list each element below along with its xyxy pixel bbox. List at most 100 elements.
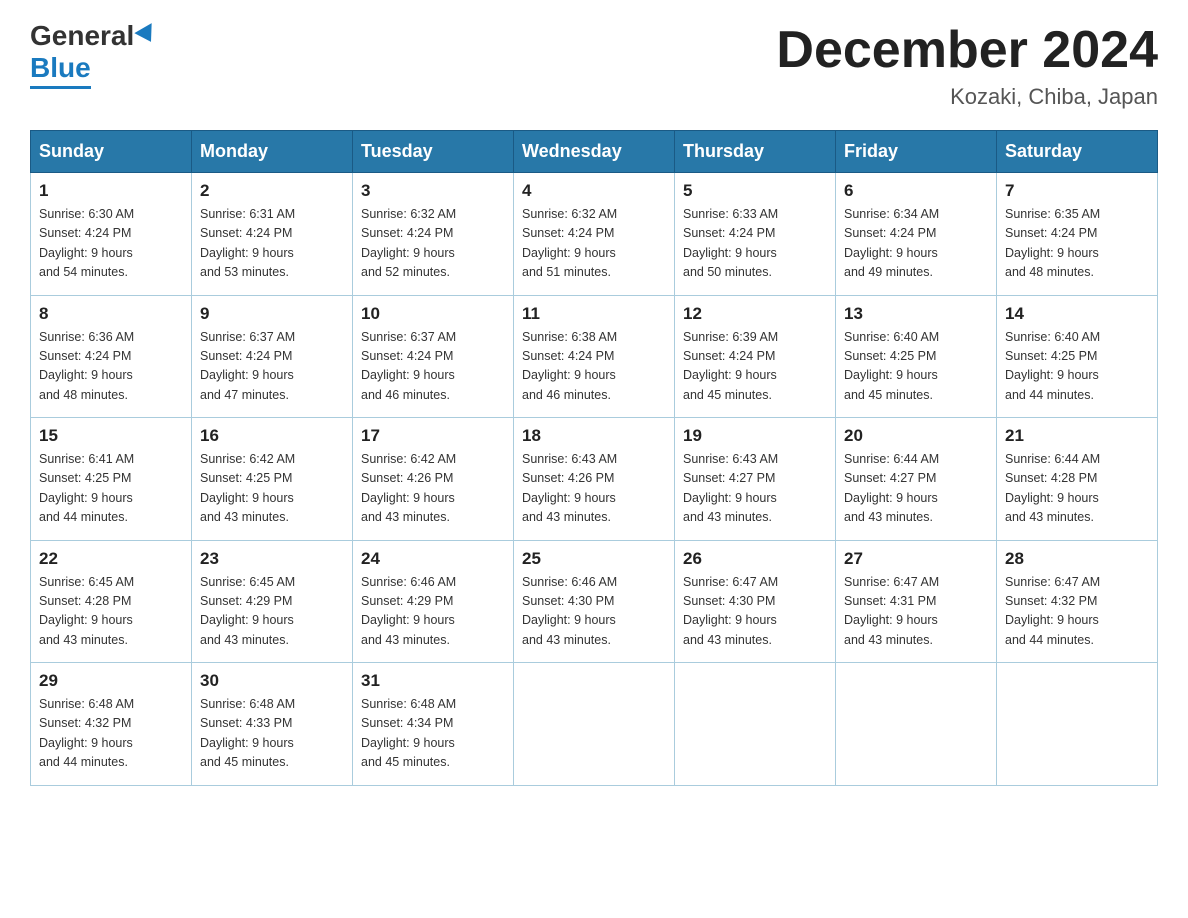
calendar-header: SundayMondayTuesdayWednesdayThursdayFrid… — [31, 131, 1158, 173]
day-number: 9 — [200, 304, 344, 324]
calendar-cell: 8Sunrise: 6:36 AMSunset: 4:24 PMDaylight… — [31, 295, 192, 418]
day-number: 15 — [39, 426, 183, 446]
logo-general-text: General — [30, 20, 134, 52]
calendar-week-row: 15 Sunrise: 6:41 AMSunset: 4:25 PMDayligh… — [31, 418, 1158, 541]
day-info: Sunrise: 6:43 AMSunset: 4:26 PMDaylight:… — [522, 450, 666, 528]
calendar-cell: 13Sunrise: 6:40 AMSunset: 4:25 PMDayligh… — [836, 295, 997, 418]
day-number: 21 — [1005, 426, 1149, 446]
calendar-body: 1 Sunrise: 6:30 AMSunset: 4:24 PMDaylight… — [31, 173, 1158, 786]
logo-blue-text: Blue — [30, 52, 91, 89]
day-info: Sunrise: 6:35 AMSunset: 4:24 PMDaylight:… — [1005, 205, 1149, 283]
day-number: 5 — [683, 181, 827, 201]
day-of-week-header: Saturday — [997, 131, 1158, 173]
page-header: General Blue December 2024 Kozaki, Chiba… — [30, 20, 1158, 110]
day-of-week-header: Wednesday — [514, 131, 675, 173]
day-of-week-header: Sunday — [31, 131, 192, 173]
day-number: 3 — [361, 181, 505, 201]
calendar-cell: 29 Sunrise: 6:48 AMSunset: 4:32 PMDayligh… — [31, 663, 192, 786]
day-number: 26 — [683, 549, 827, 569]
calendar-cell — [836, 663, 997, 786]
day-info: Sunrise: 6:33 AMSunset: 4:24 PMDaylight:… — [683, 205, 827, 283]
day-number: 25 — [522, 549, 666, 569]
day-info: Sunrise: 6:41 AMSunset: 4:25 PMDaylight:… — [39, 450, 183, 528]
calendar-week-row: 29 Sunrise: 6:48 AMSunset: 4:32 PMDayligh… — [31, 663, 1158, 786]
day-info: Sunrise: 6:47 AMSunset: 4:32 PMDaylight:… — [1005, 573, 1149, 651]
day-number: 12 — [683, 304, 827, 324]
day-info: Sunrise: 6:32 AMSunset: 4:24 PMDaylight:… — [522, 205, 666, 283]
calendar-cell: 3 Sunrise: 6:32 AMSunset: 4:24 PMDaylight… — [353, 173, 514, 296]
day-info: Sunrise: 6:42 AMSunset: 4:26 PMDaylight:… — [361, 450, 505, 528]
calendar-cell: 18 Sunrise: 6:43 AMSunset: 4:26 PMDayligh… — [514, 418, 675, 541]
day-info: Sunrise: 6:38 AMSunset: 4:24 PMDaylight:… — [522, 328, 666, 406]
day-info: Sunrise: 6:47 AMSunset: 4:31 PMDaylight:… — [844, 573, 988, 651]
calendar-cell: 12 Sunrise: 6:39 AMSunset: 4:24 PMDayligh… — [675, 295, 836, 418]
day-number: 1 — [39, 181, 183, 201]
calendar-cell: 28 Sunrise: 6:47 AMSunset: 4:32 PMDayligh… — [997, 540, 1158, 663]
day-number: 18 — [522, 426, 666, 446]
day-number: 31 — [361, 671, 505, 691]
calendar-cell: 6 Sunrise: 6:34 AMSunset: 4:24 PMDaylight… — [836, 173, 997, 296]
day-number: 29 — [39, 671, 183, 691]
calendar-cell: 14Sunrise: 6:40 AMSunset: 4:25 PMDayligh… — [997, 295, 1158, 418]
day-info: Sunrise: 6:40 AMSunset: 4:25 PMDaylight:… — [844, 328, 988, 406]
calendar-cell: 31Sunrise: 6:48 AMSunset: 4:34 PMDayligh… — [353, 663, 514, 786]
day-number: 10 — [361, 304, 505, 324]
calendar-cell: 30 Sunrise: 6:48 AMSunset: 4:33 PMDayligh… — [192, 663, 353, 786]
day-info: Sunrise: 6:48 AMSunset: 4:32 PMDaylight:… — [39, 695, 183, 773]
day-info: Sunrise: 6:44 AMSunset: 4:27 PMDaylight:… — [844, 450, 988, 528]
calendar-cell: 27 Sunrise: 6:47 AMSunset: 4:31 PMDayligh… — [836, 540, 997, 663]
calendar-cell: 5 Sunrise: 6:33 AMSunset: 4:24 PMDaylight… — [675, 173, 836, 296]
calendar-cell: 1 Sunrise: 6:30 AMSunset: 4:24 PMDaylight… — [31, 173, 192, 296]
day-info: Sunrise: 6:31 AMSunset: 4:24 PMDaylight:… — [200, 205, 344, 283]
calendar-cell: 16 Sunrise: 6:42 AMSunset: 4:25 PMDayligh… — [192, 418, 353, 541]
calendar-cell: 24Sunrise: 6:46 AMSunset: 4:29 PMDayligh… — [353, 540, 514, 663]
calendar-cell: 22 Sunrise: 6:45 AMSunset: 4:28 PMDayligh… — [31, 540, 192, 663]
day-number: 16 — [200, 426, 344, 446]
day-number: 22 — [39, 549, 183, 569]
day-info: Sunrise: 6:45 AMSunset: 4:29 PMDaylight:… — [200, 573, 344, 651]
day-info: Sunrise: 6:47 AMSunset: 4:30 PMDaylight:… — [683, 573, 827, 651]
day-number: 7 — [1005, 181, 1149, 201]
calendar-subtitle: Kozaki, Chiba, Japan — [776, 84, 1158, 110]
day-number: 30 — [200, 671, 344, 691]
calendar-cell: 19 Sunrise: 6:43 AMSunset: 4:27 PMDayligh… — [675, 418, 836, 541]
day-number: 6 — [844, 181, 988, 201]
calendar-cell: 25Sunrise: 6:46 AMSunset: 4:30 PMDayligh… — [514, 540, 675, 663]
day-info: Sunrise: 6:42 AMSunset: 4:25 PMDaylight:… — [200, 450, 344, 528]
day-info: Sunrise: 6:40 AMSunset: 4:25 PMDaylight:… — [1005, 328, 1149, 406]
day-number: 27 — [844, 549, 988, 569]
calendar-cell: 2 Sunrise: 6:31 AMSunset: 4:24 PMDaylight… — [192, 173, 353, 296]
logo: General Blue — [30, 20, 157, 89]
day-info: Sunrise: 6:30 AMSunset: 4:24 PMDaylight:… — [39, 205, 183, 283]
calendar-cell: 23Sunrise: 6:45 AMSunset: 4:29 PMDayligh… — [192, 540, 353, 663]
calendar-cell — [514, 663, 675, 786]
day-info: Sunrise: 6:39 AMSunset: 4:24 PMDaylight:… — [683, 328, 827, 406]
days-of-week-row: SundayMondayTuesdayWednesdayThursdayFrid… — [31, 131, 1158, 173]
calendar-cell: 11Sunrise: 6:38 AMSunset: 4:24 PMDayligh… — [514, 295, 675, 418]
calendar-cell — [997, 663, 1158, 786]
day-number: 17 — [361, 426, 505, 446]
calendar-cell: 10 Sunrise: 6:37 AMSunset: 4:24 PMDayligh… — [353, 295, 514, 418]
day-number: 28 — [1005, 549, 1149, 569]
day-info: Sunrise: 6:43 AMSunset: 4:27 PMDaylight:… — [683, 450, 827, 528]
calendar-title: December 2024 — [776, 20, 1158, 80]
day-of-week-header: Friday — [836, 131, 997, 173]
day-info: Sunrise: 6:48 AMSunset: 4:33 PMDaylight:… — [200, 695, 344, 773]
day-info: Sunrise: 6:36 AMSunset: 4:24 PMDaylight:… — [39, 328, 183, 406]
logo-triangle-icon — [135, 23, 160, 47]
day-number: 2 — [200, 181, 344, 201]
day-number: 4 — [522, 181, 666, 201]
calendar-cell: 4 Sunrise: 6:32 AMSunset: 4:24 PMDaylight… — [514, 173, 675, 296]
calendar-cell — [675, 663, 836, 786]
calendar-cell: 9Sunrise: 6:37 AMSunset: 4:24 PMDaylight… — [192, 295, 353, 418]
calendar-table: SundayMondayTuesdayWednesdayThursdayFrid… — [30, 130, 1158, 786]
day-info: Sunrise: 6:32 AMSunset: 4:24 PMDaylight:… — [361, 205, 505, 283]
day-number: 19 — [683, 426, 827, 446]
day-info: Sunrise: 6:45 AMSunset: 4:28 PMDaylight:… — [39, 573, 183, 651]
day-info: Sunrise: 6:34 AMSunset: 4:24 PMDaylight:… — [844, 205, 988, 283]
day-number: 20 — [844, 426, 988, 446]
day-info: Sunrise: 6:37 AMSunset: 4:24 PMDaylight:… — [361, 328, 505, 406]
calendar-cell: 17 Sunrise: 6:42 AMSunset: 4:26 PMDayligh… — [353, 418, 514, 541]
calendar-week-row: 8Sunrise: 6:36 AMSunset: 4:24 PMDaylight… — [31, 295, 1158, 418]
calendar-cell: 20 Sunrise: 6:44 AMSunset: 4:27 PMDayligh… — [836, 418, 997, 541]
